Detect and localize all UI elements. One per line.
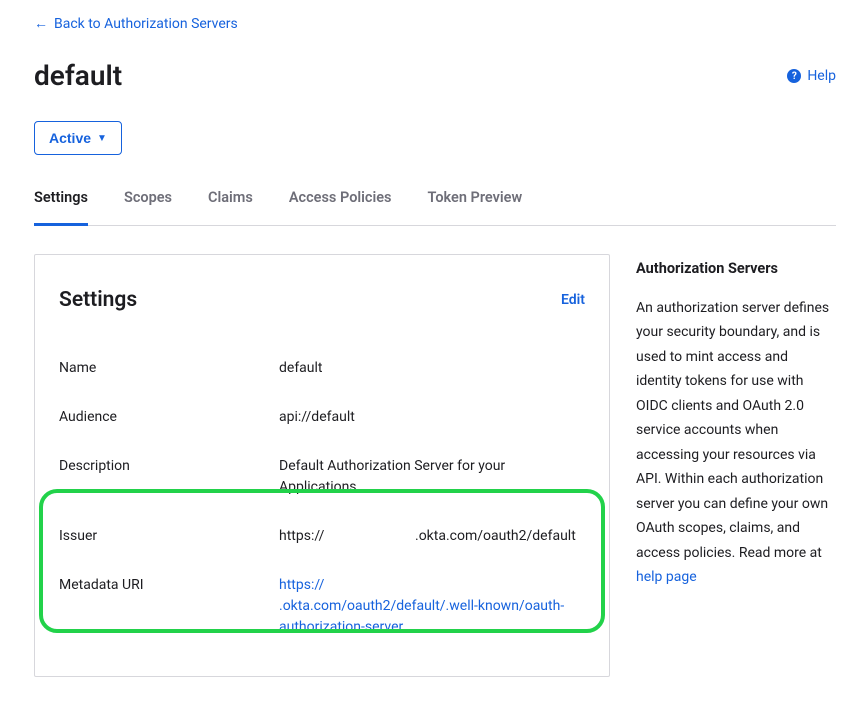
field-value: default (279, 358, 585, 379)
back-link[interactable]: ← Back to Authorization Servers (34, 14, 238, 35)
side-panel-body: An authorization server defines your sec… (636, 300, 829, 561)
metadata-prefix: https:// (279, 575, 415, 596)
field-label: Audience (59, 407, 279, 428)
field-metadata-uri: Metadata URI https://.okta.com/oauth2/de… (59, 561, 585, 652)
field-value: Default Authorization Server for your Ap… (279, 456, 585, 498)
caret-down-icon: ▼ (97, 133, 107, 144)
tabs: Settings Scopes Claims Access Policies T… (34, 187, 836, 226)
side-panel: Authorization Servers An authorization s… (636, 254, 836, 590)
field-label: Name (59, 358, 279, 379)
side-panel-text: An authorization server defines your sec… (636, 296, 836, 590)
edit-button[interactable]: Edit (561, 290, 585, 311)
status-dropdown[interactable]: Active ▼ (34, 121, 122, 155)
tab-access-policies[interactable]: Access Policies (289, 187, 392, 226)
tab-token-preview[interactable]: Token Preview (428, 187, 523, 226)
field-description: Description Default Authorization Server… (59, 442, 585, 512)
field-issuer: Issuer https://.okta.com/oauth2/default (59, 512, 585, 561)
field-label: Description (59, 456, 279, 477)
field-label: Metadata URI (59, 575, 279, 596)
metadata-uri-link[interactable]: https://.okta.com/oauth2/default/.well-k… (279, 575, 585, 638)
field-label: Issuer (59, 526, 279, 547)
metadata-suffix: .okta.com/oauth2/default/.well-known/oau… (279, 598, 564, 635)
issuer-prefix: https:// (279, 526, 415, 547)
field-value: api://default (279, 407, 585, 428)
field-audience: Audience api://default (59, 393, 585, 442)
issuer-suffix: .okta.com/oauth2/default (415, 528, 576, 544)
settings-card: Settings Edit Name default Audience api:… (34, 254, 610, 678)
tab-settings[interactable]: Settings (34, 187, 88, 226)
help-link-label: Help (807, 66, 836, 87)
help-link[interactable]: ? Help (787, 66, 836, 87)
help-icon: ? (787, 69, 801, 83)
side-panel-title: Authorization Servers (636, 258, 836, 280)
arrow-left-icon: ← (34, 14, 48, 35)
tab-claims[interactable]: Claims (208, 187, 253, 226)
help-page-link[interactable]: help page (636, 569, 697, 585)
field-value: https://.okta.com/oauth2/default (279, 526, 585, 547)
back-link-label: Back to Authorization Servers (54, 14, 238, 35)
card-title: Settings (59, 285, 137, 317)
tab-scopes[interactable]: Scopes (124, 187, 172, 226)
field-name: Name default (59, 344, 585, 393)
status-label: Active (49, 130, 91, 146)
page-title: default (34, 55, 122, 97)
